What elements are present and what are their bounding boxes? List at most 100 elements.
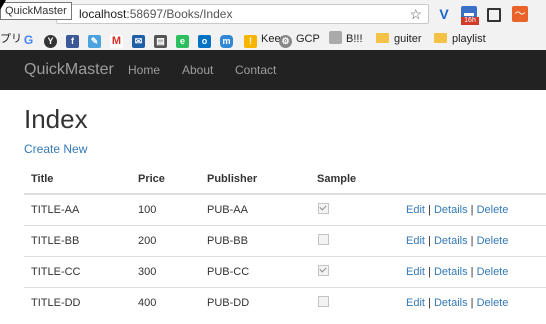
cell-publisher: PUB-DD xyxy=(200,287,310,318)
page-icon xyxy=(329,31,342,44)
cell-publisher: PUB-BB xyxy=(200,225,310,257)
table-row: TITLE-DD 400 PUB-DD Edit | Details | Delete xyxy=(24,287,546,318)
folder-icon xyxy=(376,33,389,43)
calendar-badge: 16h xyxy=(461,17,479,25)
header-sample: Sample xyxy=(310,164,399,195)
action-separator: | xyxy=(428,297,431,309)
cell-sample xyxy=(310,225,399,257)
note-bookmark-icon[interactable]: ✎ xyxy=(88,31,101,48)
header-actions xyxy=(399,164,546,195)
cell-actions: Edit | Details | Delete xyxy=(399,287,546,318)
url-host: localhost xyxy=(79,7,127,21)
address-row: QuickMaster localhost:58697/Books/Index … xyxy=(0,0,546,28)
sample-checkbox xyxy=(318,296,329,307)
gcp-icon: ⚙ xyxy=(279,35,292,48)
mastodon-bookmark-icon[interactable]: m xyxy=(220,31,233,48)
nav-link-about[interactable]: About xyxy=(182,62,213,78)
cell-publisher: PUB-AA xyxy=(207,204,248,216)
nav-link-contact[interactable]: Contact xyxy=(235,62,276,78)
google-bookmark-icon[interactable]: G xyxy=(22,31,35,47)
delete-link[interactable]: Delete xyxy=(477,235,509,247)
action-separator: | xyxy=(470,266,474,278)
header-title: Title xyxy=(24,164,131,195)
url-text[interactable]: localhost:58697/Books/Index xyxy=(79,7,232,22)
bookmark-bmark[interactable]: B!!! xyxy=(329,31,363,47)
bookmarks-bar: プリ G Y f ✎ M ✉ ▤ e o m ! Keep ⚙ GCP B!!! g… xyxy=(0,28,546,51)
edit-link[interactable]: Edit xyxy=(406,204,425,216)
edit-link[interactable]: Edit xyxy=(406,235,425,247)
cell-actions: Edit | Details | Delete xyxy=(399,194,546,226)
table-row: TITLE-BB 200 PUB-BB Edit | Details | Delete xyxy=(24,225,546,257)
cell-price: 200 xyxy=(131,225,200,257)
gmail-bookmark-icon[interactable]: M xyxy=(110,31,123,48)
screen-capture-icon[interactable] xyxy=(487,8,501,22)
action-separator: | xyxy=(470,204,474,216)
cell-sample xyxy=(310,256,399,288)
books-table: Title Price Publisher Sample TITLE-AA 100… xyxy=(24,164,546,318)
details-link[interactable]: Details xyxy=(434,297,468,309)
y-bookmark-icon[interactable]: Y xyxy=(44,31,57,48)
cell-publisher: PUB-CC xyxy=(200,256,310,288)
cell-price: 400 xyxy=(131,287,200,318)
address-bar[interactable]: localhost:58697/Books/Index ☆ xyxy=(56,4,429,24)
browser-chrome: QuickMaster localhost:58697/Books/Index … xyxy=(0,0,546,51)
table-row: TITLE-CC 300 PUB-CC Edit | Details | Delete xyxy=(24,256,546,288)
bookmark-gcp-label: GCP xyxy=(296,33,320,45)
bookmark-guiter[interactable]: guiter xyxy=(376,31,422,47)
facebook-bookmark-icon[interactable]: f xyxy=(66,31,79,48)
bookmark-gcp[interactable]: ⚙ GCP xyxy=(279,31,320,48)
evernote-bookmark-icon[interactable]: e xyxy=(176,31,189,48)
create-new-link[interactable]: Create New xyxy=(24,141,87,157)
cell-price: 300 xyxy=(131,256,200,288)
folder-icon xyxy=(434,33,447,43)
calendar-extension-icon[interactable]: ▬ 16h xyxy=(461,6,479,25)
details-link[interactable]: Details xyxy=(434,266,468,278)
page-title: Index xyxy=(24,104,88,134)
details-link[interactable]: Details xyxy=(434,235,468,247)
delete-link[interactable]: Delete xyxy=(477,266,509,278)
table-row: TITLE-AA 100 PUB-AA Edit | Details | Delete xyxy=(24,194,546,226)
action-separator: | xyxy=(428,235,431,247)
cell-actions: Edit | Details | Delete xyxy=(399,256,546,288)
cell-title: TITLE-AA xyxy=(31,204,80,216)
delete-link[interactable]: Delete xyxy=(477,297,509,309)
cell-actions: Edit | Details | Delete xyxy=(399,225,546,257)
delete-link[interactable]: Delete xyxy=(477,204,509,216)
nav-link-home[interactable]: Home xyxy=(128,62,160,78)
action-separator: | xyxy=(470,297,474,309)
sample-checkbox xyxy=(318,234,329,245)
header-price: Price xyxy=(131,164,200,195)
cell-title: TITLE-BB xyxy=(24,225,131,257)
bookmark-apps[interactable]: プリ xyxy=(0,31,22,47)
cell-price: 100 xyxy=(138,204,157,216)
navbar-brand[interactable]: QuickMaster xyxy=(24,60,114,80)
sample-checkbox xyxy=(318,203,329,214)
outlook-bookmark-icon[interactable]: o xyxy=(198,31,211,48)
bookmark-playlist-label: playlist xyxy=(452,33,486,45)
action-separator: | xyxy=(428,204,431,216)
cell-title: TITLE-DD xyxy=(24,287,131,318)
bookmark-bmark-label: B!!! xyxy=(346,33,363,45)
bookmark-guiter-label: guiter xyxy=(394,33,422,45)
keep-icon: ! xyxy=(244,35,257,48)
edit-link[interactable]: Edit xyxy=(406,266,425,278)
cell-sample xyxy=(310,194,399,226)
mail-bookmark-icon[interactable]: ✉ xyxy=(132,31,145,48)
edit-link[interactable]: Edit xyxy=(406,297,425,309)
action-separator: | xyxy=(428,266,431,278)
site-navbar: QuickMaster Home About Contact xyxy=(0,50,546,90)
action-separator: | xyxy=(470,235,474,247)
chart-extension-icon[interactable]: 〜 xyxy=(512,6,528,22)
tab-tooltip: QuickMaster xyxy=(0,2,72,20)
header-publisher: Publisher xyxy=(200,164,310,195)
inbox-bookmark-icon[interactable]: ▤ xyxy=(154,31,167,48)
bookmark-star-icon[interactable]: ☆ xyxy=(409,6,422,22)
sample-checkbox xyxy=(318,265,329,276)
details-link[interactable]: Details xyxy=(434,204,468,216)
v-extension-icon[interactable]: V xyxy=(436,6,452,22)
cell-title: TITLE-CC xyxy=(24,256,131,288)
bookmark-playlist[interactable]: playlist xyxy=(434,31,486,47)
table-header-row: Title Price Publisher Sample xyxy=(24,164,546,195)
mouse-cursor-icon xyxy=(0,0,6,10)
cell-sample xyxy=(310,287,399,318)
